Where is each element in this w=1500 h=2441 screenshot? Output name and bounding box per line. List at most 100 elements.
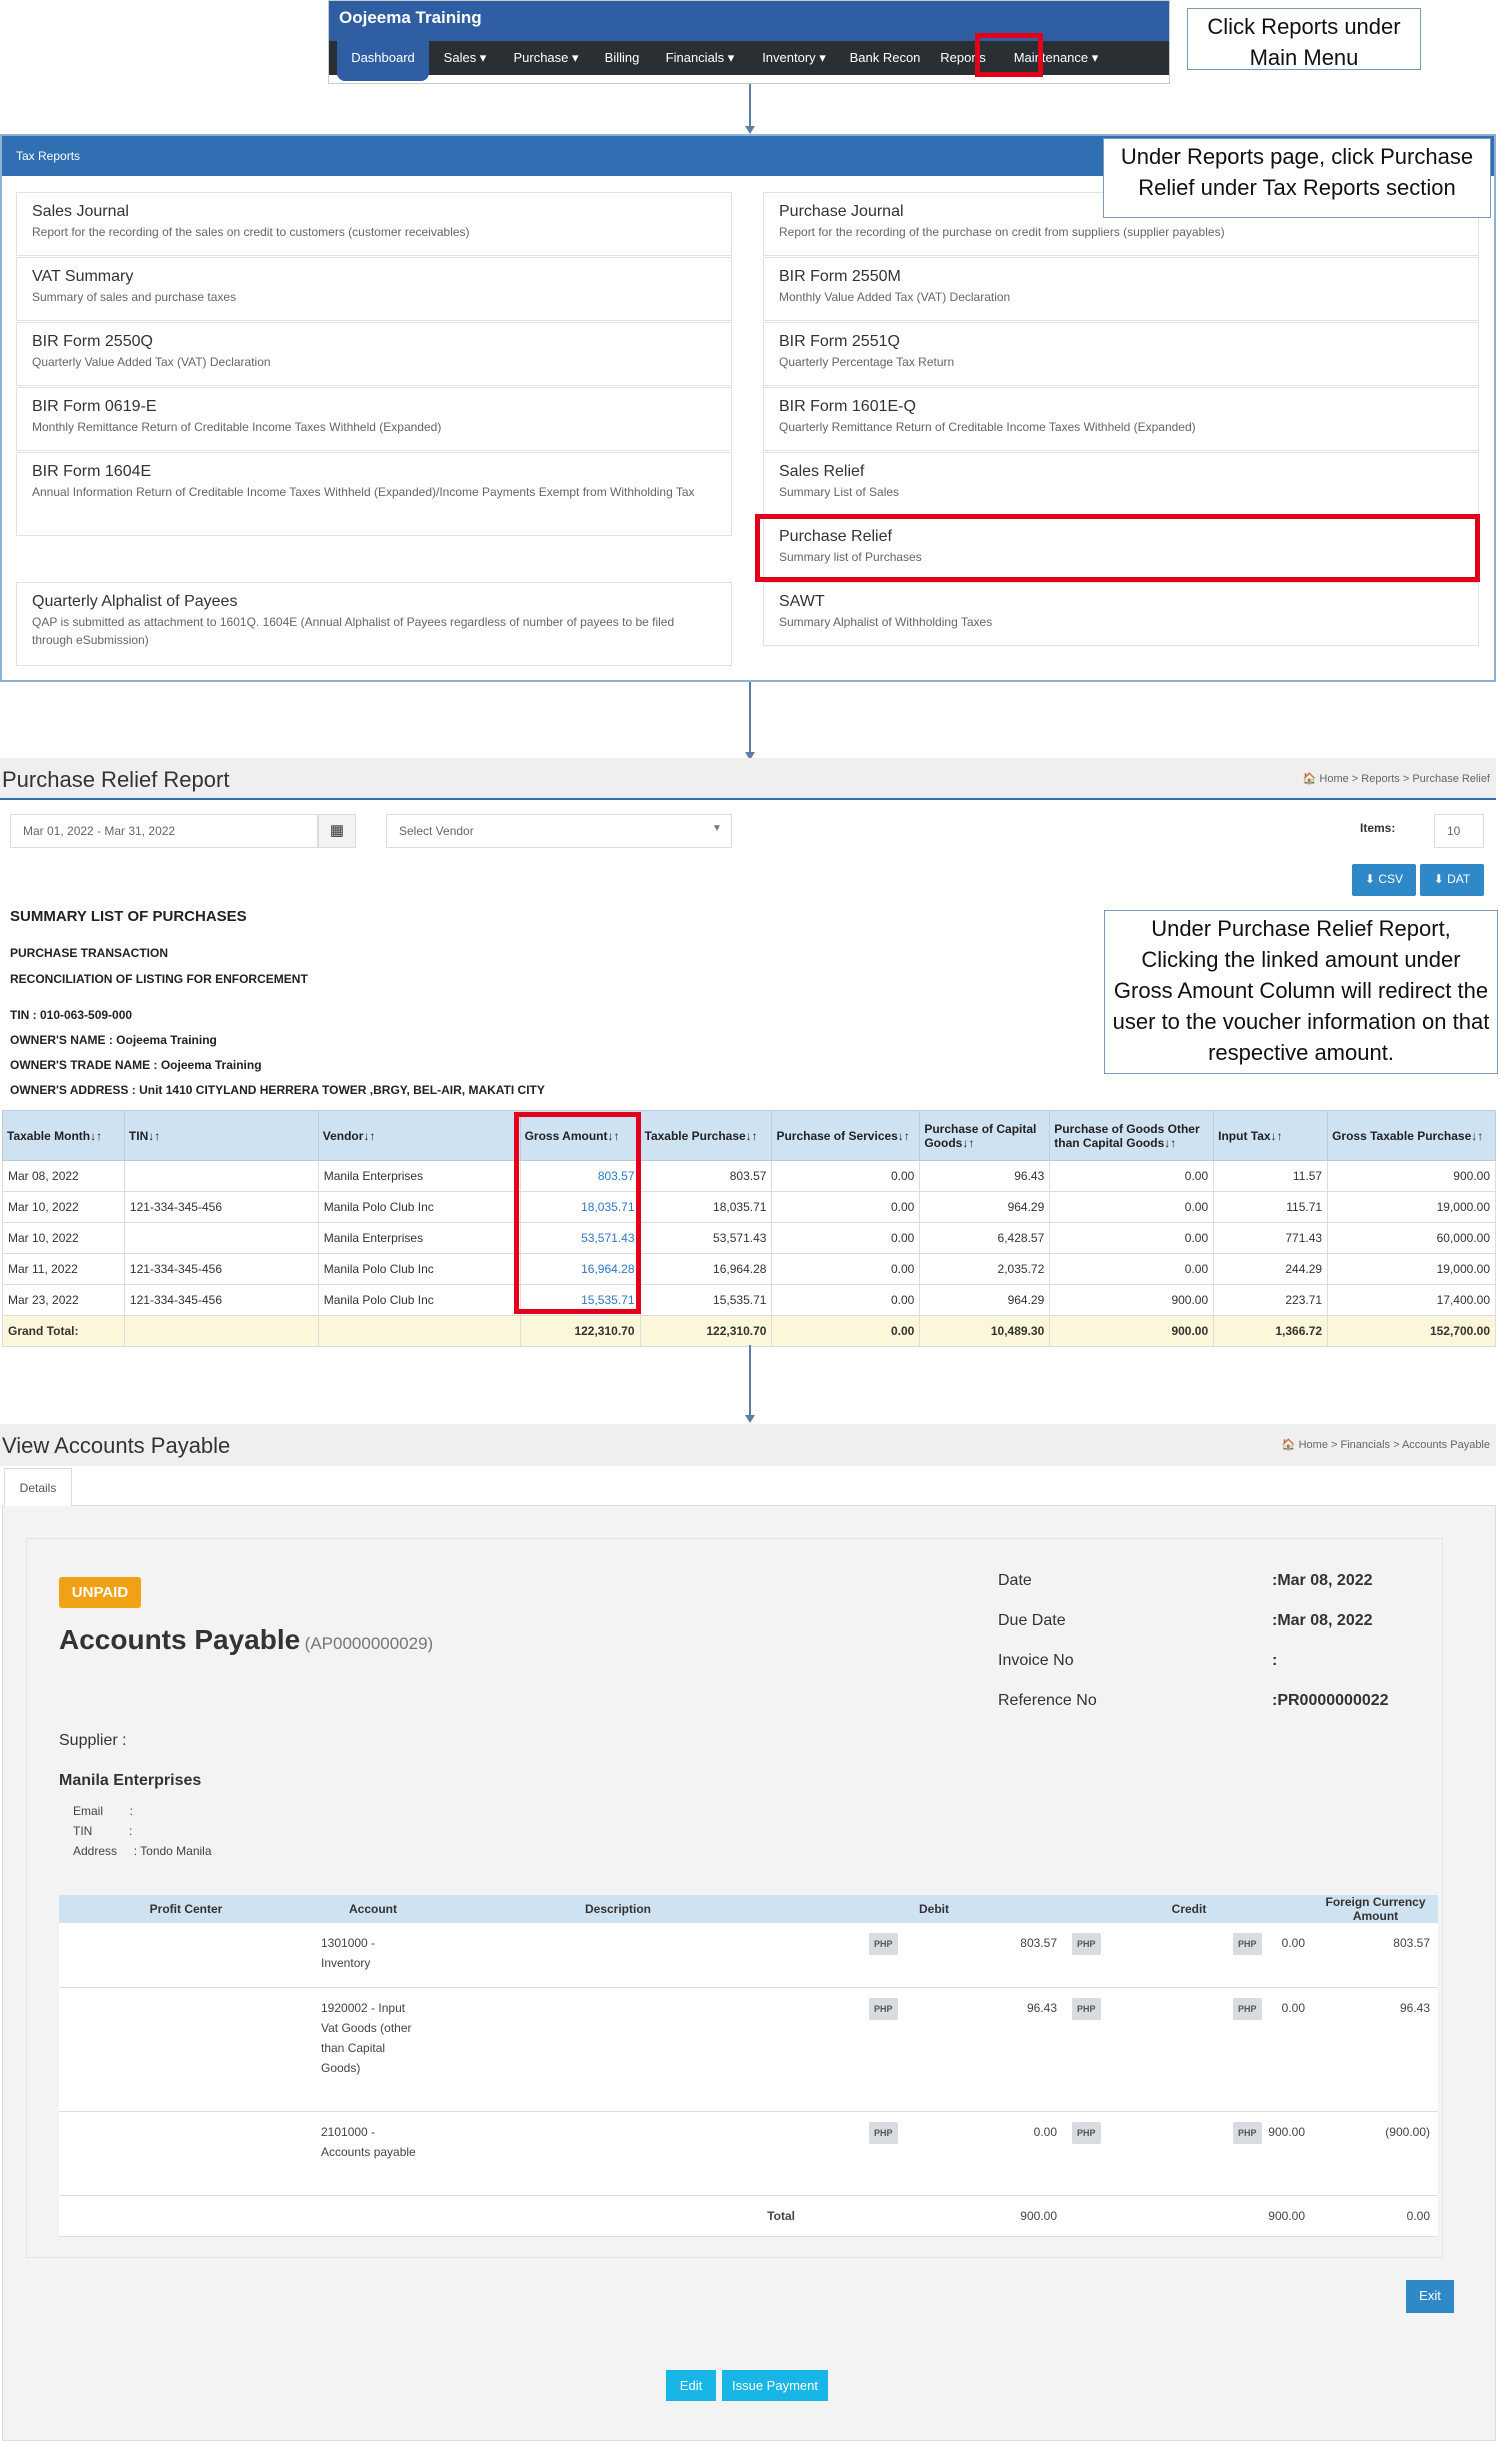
purchase-relief-header: Purchase Relief Report 🏠 Home > Reports …: [0, 758, 1496, 800]
issue-payment-button[interactable]: Issue Payment: [722, 2370, 828, 2401]
report-vat-summary[interactable]: VAT Summary Summary of sales and purchase…: [16, 257, 732, 321]
table-row: Mar 10, 2022 Manila Enterprises 53,571.4…: [2, 1222, 1496, 1254]
dat-button[interactable]: ⬇ DAT: [1420, 864, 1484, 896]
menu-purchase[interactable]: Purchase ▾: [501, 41, 591, 75]
calendar-icon[interactable]: ▦: [318, 814, 356, 848]
col-taxable-month[interactable]: Taxable Month↓↑: [2, 1110, 125, 1161]
supplier-address: Address : Tondo Manila: [73, 1844, 212, 1858]
report-desc: Summary Alphalist of Withholding Taxes: [779, 615, 993, 629]
flow-arrowhead-3: [745, 1415, 755, 1423]
report-desc: Monthly Value Added Tax (VAT) Declaratio…: [779, 290, 1011, 304]
cell-input-tax: 771.43: [1213, 1222, 1329, 1254]
supplier-email: Email :: [73, 1804, 134, 1818]
total-capital: 10,489.30: [919, 1315, 1051, 1347]
cell-capital: 2,035.72: [919, 1253, 1051, 1285]
chevron-down-icon: ▼: [712, 823, 722, 834]
currency-badge: PHP: [869, 1933, 898, 1955]
csv-button[interactable]: ⬇ CSV: [1352, 864, 1416, 896]
cell-input-tax: 244.29: [1213, 1253, 1329, 1285]
date-range-input[interactable]: Mar 01, 2022 - Mar 31, 2022: [10, 814, 318, 848]
items-label: Items:: [1360, 821, 1396, 835]
vendor-select[interactable]: Select Vendor: [386, 814, 732, 848]
col-other-goods[interactable]: Purchase of Goods Other than Capital Goo…: [1049, 1110, 1215, 1161]
cell-month: Mar 11, 2022: [2, 1253, 125, 1285]
report-bir-2551q[interactable]: BIR Form 2551Q Quarterly Percentage Tax R…: [763, 322, 1479, 386]
menu-bank-recon[interactable]: Bank Recon: [843, 41, 927, 75]
invoice-no-value: :: [1272, 1652, 1278, 1669]
table-header-row: Taxable Month↓↑ TIN↓↑ Vendor↓↑ Gross Amo…: [2, 1110, 1496, 1161]
cell-profit-center: [59, 2111, 313, 2196]
table-row: 1301000 - Inventory PHP 803.57 PHP 0.00 PH…: [59, 1923, 1438, 1988]
cell-vendor: Manila Enterprises: [317, 1160, 521, 1192]
purchase-transaction-label: PURCHASE TRANSACTION: [10, 946, 169, 960]
cell-vendor: Manila Polo Club Inc: [317, 1284, 521, 1316]
report-bir-2550m[interactable]: BIR Form 2550M Monthly Value Added Tax (V…: [763, 257, 1479, 321]
owner-name: OWNER'S NAME : Oojeema Training: [10, 1033, 217, 1047]
supplier-label: Supplier :: [59, 1732, 127, 1749]
table-row: Mar 11, 2022 121-334-345-456 Manila Polo…: [2, 1253, 1496, 1285]
menu-inventory[interactable]: Inventory ▾: [749, 41, 839, 75]
cell-credit: PHP 0.00: [1065, 1987, 1313, 2112]
menu-dashboard[interactable]: Dashboard: [337, 41, 429, 81]
total-empty: [123, 1315, 319, 1347]
total-gross-taxable: 152,700.00: [1327, 1315, 1496, 1347]
cell-services: 0.00: [771, 1160, 921, 1192]
cell-debit: PHP 0.00: [803, 2111, 1065, 2196]
reconciliation-label: RECONCILIATION OF LISTING FOR ENFORCEMEN…: [10, 972, 308, 986]
report-bir-2550q[interactable]: BIR Form 2550Q Quarterly Value Added Tax …: [16, 322, 732, 386]
cell-month: Mar 08, 2022: [2, 1160, 125, 1192]
total-label: Total: [433, 2195, 803, 2237]
breadcrumb[interactable]: 🏠 Home > Reports > Purchase Relief: [1303, 772, 1490, 785]
total-label: Grand Total:: [2, 1315, 125, 1347]
foreign-value: 96.43: [1399, 2000, 1430, 2015]
report-sawt[interactable]: SAWT Summary Alphalist of Withholding Tax…: [763, 582, 1479, 646]
callout-gross-amount: Under Purchase Relief Report, Clicking t…: [1104, 910, 1498, 1074]
report-title: BIR Form 0619-E: [32, 398, 157, 415]
items-select[interactable]: 10: [1434, 814, 1484, 848]
col-input-tax[interactable]: Input Tax↓↑: [1213, 1110, 1329, 1161]
exit-button[interactable]: Exit: [1406, 2280, 1454, 2313]
report-title: Sales Relief: [779, 463, 865, 480]
currency-badge: PHP: [1072, 1933, 1101, 1955]
col-tin[interactable]: TIN↓↑: [123, 1110, 319, 1161]
col-taxable-purchase[interactable]: Taxable Purchase↓↑: [639, 1110, 773, 1161]
col-purchase-services[interactable]: Purchase of Services↓↑: [771, 1110, 921, 1161]
menu-sales[interactable]: Sales ▾: [433, 41, 497, 75]
invoice-no-label: Invoice No: [998, 1652, 1074, 1669]
table-row: Mar 23, 2022 121-334-345-456 Manila Polo…: [2, 1284, 1496, 1316]
report-sales-relief[interactable]: Sales Relief Summary List of Sales: [763, 452, 1479, 516]
date-value: :Mar 08, 2022: [1272, 1572, 1373, 1589]
cell-foreign: PHP 96.43: [1233, 1987, 1438, 2112]
cell-other: 0.00: [1049, 1160, 1215, 1192]
report-title: BIR Form 1604E: [32, 463, 152, 480]
owner-trade-name: OWNER'S TRADE NAME : Oojeema Training: [10, 1058, 262, 1072]
grand-total-row: Grand Total: 122,310.70 122,310.70 0.00 …: [2, 1315, 1496, 1347]
col-debit: Debit: [803, 1895, 1065, 1923]
menu-billing[interactable]: Billing: [593, 41, 651, 75]
report-desc: Annual Information Return of Creditable …: [32, 485, 695, 499]
purchase-relief-table: Taxable Month↓↑ TIN↓↑ Vendor↓↑ Gross Amo…: [2, 1110, 1496, 1347]
report-bir-1601eq[interactable]: BIR Form 1601E-Q Quarterly Remittance Ret…: [763, 387, 1479, 451]
cell-taxable: 15,535.71: [639, 1284, 773, 1316]
table-header-row: Profit Center Account Description Debit …: [59, 1895, 1438, 1923]
cell-credit: PHP 900.00: [1065, 2111, 1313, 2196]
dat-label: DAT: [1447, 872, 1471, 886]
col-gross-taxable[interactable]: Gross Taxable Purchase↓↑: [1327, 1110, 1496, 1161]
edit-button[interactable]: Edit: [666, 2370, 716, 2401]
report-desc: Quarterly Value Added Tax (VAT) Declarat…: [32, 355, 271, 369]
report-bir-1604e[interactable]: BIR Form 1604E Annual Information Return …: [16, 452, 732, 536]
summary-title: SUMMARY LIST OF PURCHASES: [10, 908, 247, 925]
csv-label: CSV: [1378, 872, 1404, 886]
report-quarterly-alphalist[interactable]: Quarterly Alphalist of Payees QAP is subm…: [16, 582, 732, 666]
menu-financials[interactable]: Financials ▾: [655, 41, 745, 75]
cell-input-tax: 11.57: [1213, 1160, 1329, 1192]
report-bir-0619e[interactable]: BIR Form 0619-E Monthly Remittance Return…: [16, 387, 732, 451]
col-capital-goods[interactable]: Purchase of Capital Goods↓↑: [919, 1110, 1051, 1161]
tab-details[interactable]: Details: [4, 1468, 72, 1506]
report-sales-journal[interactable]: Sales Journal Report for the recording of…: [16, 192, 732, 256]
breadcrumb[interactable]: 🏠 Home > Financials > Accounts Payable: [1282, 1438, 1490, 1451]
cell-taxable: 18,035.71: [639, 1191, 773, 1223]
status-badge: UNPAID: [59, 1577, 141, 1608]
reference-no-label: Reference No: [998, 1692, 1097, 1709]
col-vendor[interactable]: Vendor↓↑: [317, 1110, 521, 1161]
